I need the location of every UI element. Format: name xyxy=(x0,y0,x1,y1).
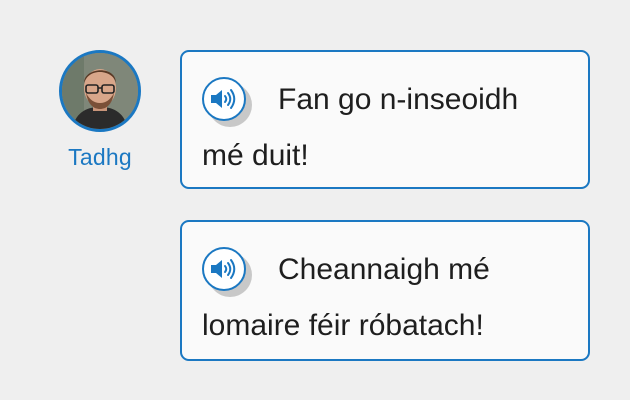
speech-bubble: Fan go n-inseoidh mé duit! xyxy=(180,50,590,189)
speaker-profile: Tadhg xyxy=(55,50,145,171)
speaker-name: Tadhg xyxy=(68,144,132,170)
speaker-icon xyxy=(211,259,236,279)
speech-bubble: Cheannaigh mé lomaire féir róbatach! xyxy=(180,220,590,361)
speaker-icon xyxy=(211,89,236,109)
play-audio-button[interactable] xyxy=(202,247,256,297)
avatar xyxy=(59,50,141,132)
play-audio-button[interactable] xyxy=(202,77,256,127)
